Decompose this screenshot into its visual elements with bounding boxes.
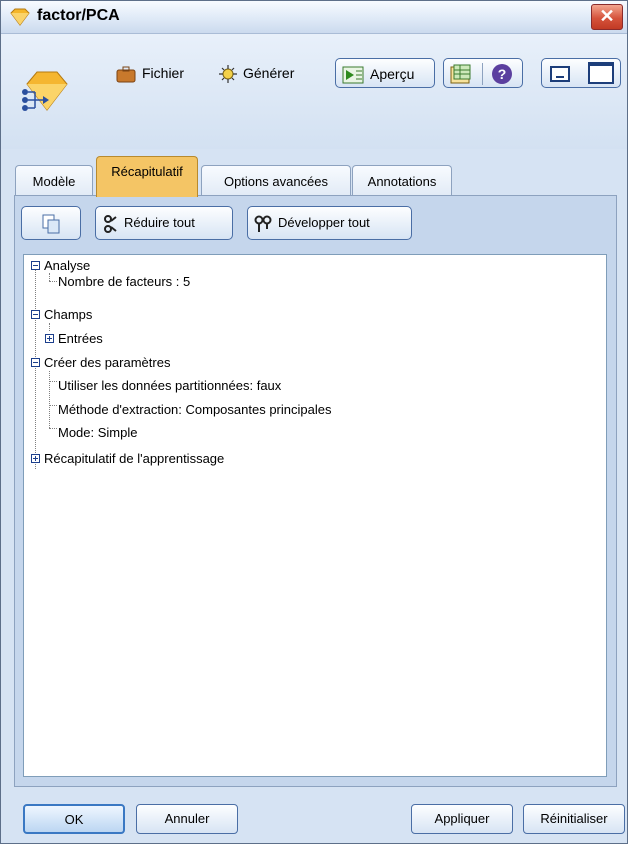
- summary-panel: Réduire tout Développer tout Analyse Nom…: [14, 195, 617, 787]
- expand-toggle-icon[interactable]: [31, 454, 40, 463]
- play-table-icon: [342, 66, 364, 84]
- cancel-button[interactable]: Annuler: [136, 804, 238, 834]
- help-icon[interactable]: ?: [492, 64, 512, 84]
- file-menu[interactable]: Fichier: [116, 58, 184, 88]
- model-nugget-icon: [22, 71, 68, 111]
- title-bar[interactable]: factor/PCA ✕: [1, 1, 627, 34]
- generate-menu[interactable]: Générer: [219, 58, 294, 88]
- generate-menu-label: Générer: [243, 65, 295, 81]
- maximize-icon[interactable]: [588, 62, 614, 84]
- preview-button[interactable]: Aperçu: [335, 58, 435, 88]
- tab-advanced-options[interactable]: Options avancées: [201, 165, 351, 195]
- tree-connector: [49, 281, 57, 282]
- copy-icon: [42, 214, 60, 234]
- tree-connector: [49, 381, 57, 382]
- diamond-node-icon: [10, 8, 30, 26]
- collapse-toggle-icon[interactable]: [31, 261, 40, 270]
- reset-button[interactable]: Réinitialiser: [523, 804, 625, 834]
- collapse-toggle-icon[interactable]: [31, 358, 40, 367]
- briefcase-icon: [116, 66, 136, 83]
- tab-model[interactable]: Modèle: [15, 165, 93, 195]
- window-controls: [541, 58, 621, 88]
- table-output-icon[interactable]: [450, 64, 472, 84]
- window-title: factor/PCA: [37, 7, 120, 24]
- tree-node-fields[interactable]: Champs: [44, 305, 92, 325]
- action-button-group: ?: [443, 58, 523, 88]
- tree-connector: [35, 269, 36, 469]
- tree-node-extraction[interactable]: Méthode d'extraction: Composantes princi…: [58, 400, 331, 420]
- dialog-window: factor/PCA ✕ Fichier Générer Aperçu ? Mo…: [0, 0, 628, 844]
- starburst-icon: [219, 65, 237, 84]
- tree-node-mode[interactable]: Mode: Simple: [58, 423, 137, 443]
- tree-connector: [49, 371, 50, 428]
- tree-node-training-summary[interactable]: Récapitulatif de l'apprentissage: [44, 449, 224, 469]
- expand-toggle-icon[interactable]: [45, 334, 54, 343]
- apply-button[interactable]: Appliquer: [411, 804, 513, 834]
- file-menu-label: Fichier: [142, 65, 185, 81]
- ok-button[interactable]: OK: [23, 804, 125, 834]
- collapse-all-label: Réduire tout: [124, 215, 195, 230]
- tree-connector: [49, 428, 57, 429]
- collapse-toggle-icon[interactable]: [31, 310, 40, 319]
- collapse-icon: [104, 214, 117, 233]
- summary-tree: Analyse Nombre de facteurs : 5 Champs En…: [23, 254, 607, 777]
- tree-connector: [49, 405, 57, 406]
- preview-button-label: Aperçu: [370, 66, 415, 82]
- tree-node-inputs[interactable]: Entrées: [58, 329, 103, 349]
- toolbar-area: Fichier Générer Aperçu ?: [1, 34, 627, 149]
- tab-summary[interactable]: Récapitulatif: [96, 156, 198, 197]
- expand-icon: [254, 215, 272, 232]
- tree-node-partitioned[interactable]: Utiliser les données partitionnées: faux: [58, 376, 281, 396]
- tree-node-build-settings[interactable]: Créer des paramètres: [44, 353, 170, 373]
- button-separator: [482, 63, 483, 85]
- minimize-icon[interactable]: [550, 66, 570, 82]
- tree-node-num-factors[interactable]: Nombre de facteurs : 5: [58, 272, 190, 292]
- close-button[interactable]: ✕: [591, 4, 623, 30]
- expand-all-button[interactable]: Développer tout: [247, 206, 412, 240]
- collapse-all-button[interactable]: Réduire tout: [95, 206, 233, 240]
- expand-all-label: Développer tout: [278, 215, 370, 230]
- copy-button[interactable]: [21, 206, 81, 240]
- tab-annotations[interactable]: Annotations: [352, 165, 452, 195]
